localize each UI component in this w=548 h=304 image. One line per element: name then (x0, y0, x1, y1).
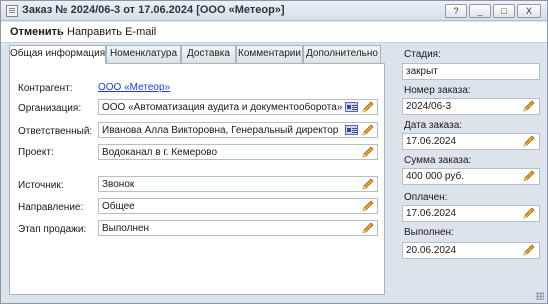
order-date-value: 17.06.2024 (406, 136, 457, 147)
general-info-panel: Контрагент: ООО «Метеор» Организация: ОО… (9, 63, 385, 295)
help-button[interactable]: ? (445, 4, 467, 18)
sales-stage-label: Этап продажи: (18, 224, 87, 235)
responsible-value: Иванова Алла Викторовна, Генеральный дир… (102, 125, 339, 136)
order-number-label: Номер заказа: (404, 85, 471, 96)
stage-value: закрыт (406, 66, 438, 77)
organization-label: Организация: (18, 103, 82, 114)
organization-field[interactable]: ООО «Автоматизация аудита и документообо… (98, 99, 378, 115)
order-sum-label: Сумма заказа: (404, 155, 472, 166)
order-window: Заказ № 2024/06-3 от 17.06.2024 [ООО «Ме… (0, 0, 548, 304)
pencil-icon[interactable] (361, 146, 375, 159)
pencil-icon[interactable] (361, 200, 375, 213)
stage-label: Стадия: (404, 49, 441, 60)
contact-card-icon[interactable] (345, 125, 358, 135)
source-field[interactable]: Звонок (98, 176, 378, 192)
project-field[interactable]: Водоканал в г. Кемерово (98, 144, 378, 160)
tab-comments[interactable]: Комментарии (236, 45, 303, 63)
window-title: Заказ № 2024/06-3 от 17.06.2024 [ООО «Ме… (22, 4, 285, 16)
cancel-button[interactable]: Отменить (10, 26, 64, 38)
counterparty-label: Контрагент: (18, 83, 73, 94)
responsible-label: Ответственный: (18, 126, 93, 137)
paid-label: Оплачен: (404, 192, 448, 203)
direction-value: Общее (102, 201, 135, 212)
order-date-label: Дата заказа: (404, 120, 463, 131)
direction-label: Направление: (18, 202, 84, 213)
tab-general-info[interactable]: Общая информация (9, 45, 106, 64)
pencil-icon[interactable] (361, 178, 375, 191)
sales-stage-value: Выполнен (102, 223, 150, 234)
close-button[interactable]: X (517, 4, 541, 18)
done-field[interactable]: 20.06.2024 (402, 242, 540, 259)
toolbar-separator (60, 27, 61, 39)
order-sum-value: 400 000 руб. (406, 171, 464, 182)
toolbar: Отменить Направить E-mail (1, 22, 547, 43)
paid-value: 17.06.2024 (406, 208, 457, 219)
tab-delivery[interactable]: Доставка (181, 45, 236, 63)
responsible-field[interactable]: Иванова Алла Викторовна, Генеральный дир… (98, 122, 378, 138)
pencil-icon[interactable] (522, 100, 536, 113)
organization-value: ООО «Автоматизация аудита и документообо… (102, 102, 343, 113)
sales-stage-field[interactable]: Выполнен (98, 220, 378, 236)
order-date-field[interactable]: 17.06.2024 (402, 133, 540, 150)
order-number-value: 2024/06-3 (406, 101, 452, 112)
direction-field[interactable]: Общее (98, 198, 378, 214)
pencil-icon[interactable] (522, 170, 536, 183)
pencil-icon[interactable] (361, 101, 375, 114)
done-label: Выполнен: (404, 227, 454, 238)
tab-additional[interactable]: Дополнительно (303, 45, 381, 63)
order-number-field[interactable]: 2024/06-3 (402, 98, 540, 115)
tab-nomenclature[interactable]: Номенклатура (106, 45, 181, 63)
source-value: Звонок (102, 179, 135, 190)
title-bar[interactable]: Заказ № 2024/06-3 от 17.06.2024 [ООО «Ме… (1, 1, 547, 21)
window-controls: ? _ □ X (445, 4, 541, 18)
contact-card-icon[interactable] (345, 102, 358, 112)
maximize-button[interactable]: □ (493, 4, 515, 18)
counterparty-link[interactable]: ООО «Метеор» (98, 82, 170, 93)
pencil-icon[interactable] (361, 124, 375, 137)
project-label: Проект: (18, 147, 54, 158)
document-icon (6, 5, 18, 17)
paid-field[interactable]: 17.06.2024 (402, 205, 540, 222)
send-email-button[interactable]: Направить E-mail (67, 26, 156, 38)
pencil-icon[interactable] (522, 135, 536, 148)
pencil-icon[interactable] (522, 207, 536, 220)
stage-field: закрыт (402, 63, 540, 80)
order-sum-field[interactable]: 400 000 руб. (402, 168, 540, 185)
source-label: Источник: (18, 180, 64, 191)
done-value: 20.06.2024 (406, 245, 457, 256)
minimize-button[interactable]: _ (469, 4, 491, 18)
pencil-icon[interactable] (522, 244, 536, 257)
project-value: Водоканал в г. Кемерово (102, 147, 218, 158)
pencil-icon[interactable] (361, 222, 375, 235)
resize-grip[interactable] (536, 292, 544, 300)
